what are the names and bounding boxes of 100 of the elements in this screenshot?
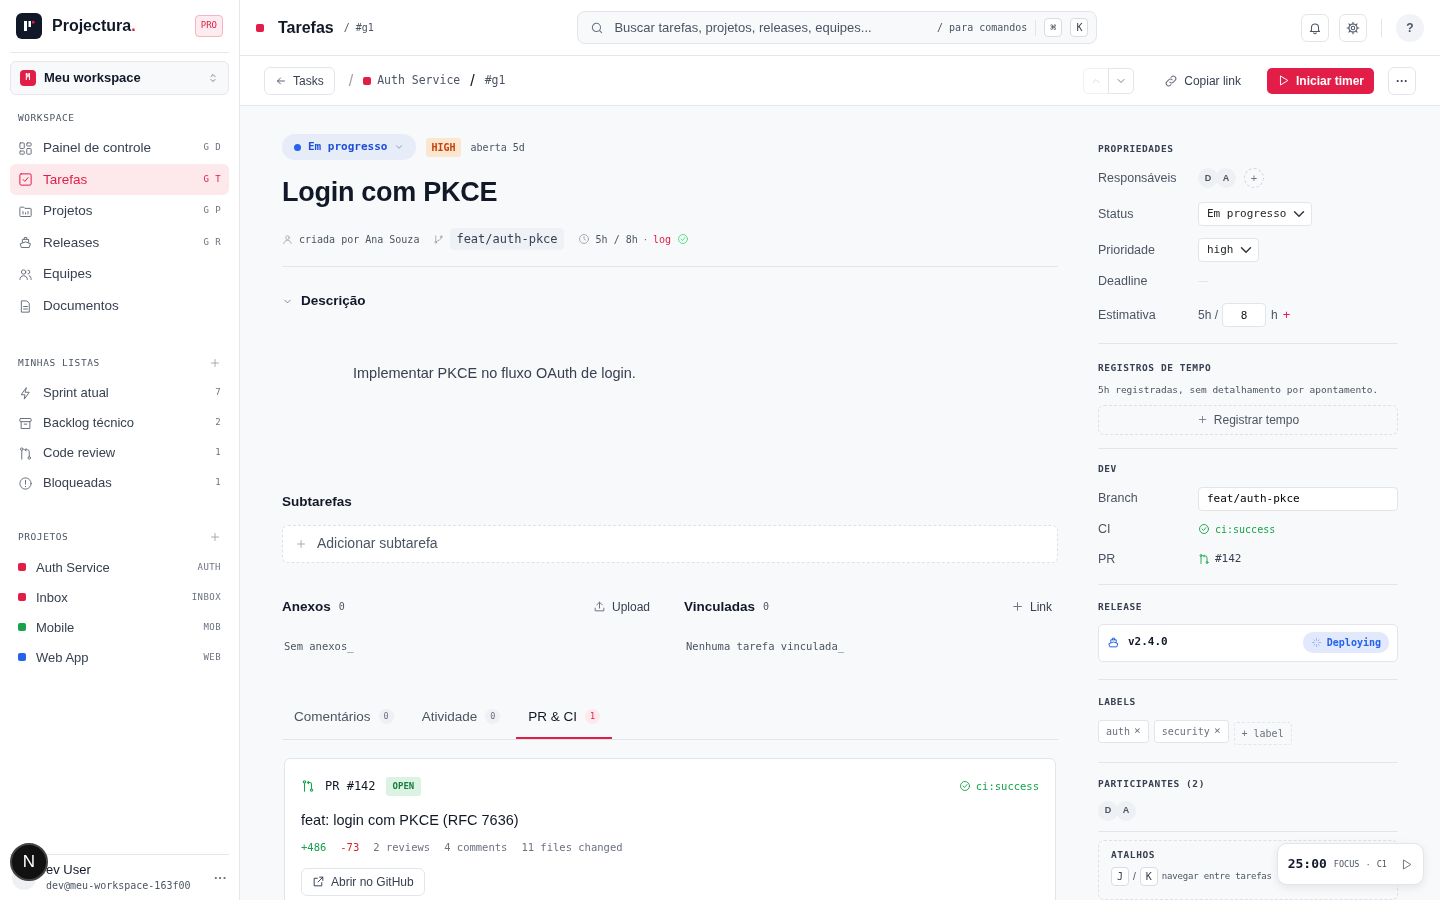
merge-icon bbox=[301, 779, 315, 794]
archive-icon bbox=[18, 415, 33, 431]
settings-icon bbox=[1346, 20, 1360, 35]
unit-text: h bbox=[1271, 307, 1278, 324]
label-chip: auth × bbox=[1098, 719, 1149, 743]
add-link-button[interactable]: Link bbox=[1005, 596, 1058, 617]
sidebar-item[interactable]: Bloqueadas 1 bbox=[10, 468, 229, 499]
more-button[interactable]: ··· bbox=[1388, 66, 1416, 95]
notifications-button[interactable] bbox=[1301, 13, 1329, 42]
stat-text: 4 comments bbox=[444, 839, 508, 855]
keyboard-key: K bbox=[1070, 18, 1089, 37]
spinner-icon bbox=[1310, 637, 1322, 648]
back-button[interactable]: Tasks bbox=[264, 66, 335, 95]
help-button[interactable]: ? bbox=[1396, 13, 1424, 42]
document-icon bbox=[18, 298, 33, 314]
timer-mode: FOCUS bbox=[1333, 857, 1360, 871]
priority-badge: HIGH bbox=[426, 137, 461, 157]
copy-link-button[interactable]: Copiar link bbox=[1158, 70, 1247, 91]
separator-dot: · bbox=[1366, 857, 1370, 872]
settings-button[interactable] bbox=[1339, 13, 1367, 42]
keyboard-key: ⌘ bbox=[1044, 18, 1063, 37]
breadcrumb-link[interactable]: Auth Service bbox=[377, 71, 461, 90]
merge-icon bbox=[18, 445, 33, 461]
avatar: A bbox=[1116, 801, 1136, 821]
section-title: WORKSPACE bbox=[18, 111, 75, 125]
property-label: PR bbox=[1098, 550, 1117, 568]
age-text: aberta 5d bbox=[470, 140, 525, 155]
more-button[interactable]: ··· bbox=[214, 867, 227, 888]
chevron-down-icon bbox=[394, 142, 405, 152]
status-dropdown[interactable]: Em progresso bbox=[282, 134, 417, 160]
status-select[interactable]: Em progresso bbox=[1198, 202, 1312, 227]
sidebar-item[interactable]: Web App WEB bbox=[10, 642, 229, 673]
link-icon bbox=[1164, 73, 1179, 88]
sidebar-item[interactable]: Painel de controle G D bbox=[10, 132, 229, 164]
label-chip: security × bbox=[1153, 719, 1229, 743]
sidebar-item[interactable]: Tarefas G T bbox=[10, 163, 229, 196]
open-github-button[interactable]: Abrir no GitHub bbox=[301, 867, 425, 896]
description-text: Implementar PKCE no fluxo OAuth de login. bbox=[353, 363, 637, 383]
app-name: Projectura. bbox=[52, 16, 136, 36]
upload-button[interactable]: Upload bbox=[586, 596, 656, 617]
branch-icon bbox=[433, 233, 445, 245]
shortcut-text: navegar entre tarefas bbox=[1161, 870, 1272, 883]
sidebar-item[interactable]: Mobile MOB bbox=[10, 612, 229, 643]
release-status-badge: Deploying bbox=[1302, 632, 1389, 653]
alert-icon bbox=[18, 475, 33, 491]
chevron-updown-icon bbox=[207, 72, 219, 84]
sidebar-item[interactable]: Backlog técnico 2 bbox=[10, 408, 229, 439]
section-title: LABELS bbox=[1098, 694, 1137, 709]
ci-status: ci:success bbox=[975, 778, 1039, 794]
sidebar-item[interactable]: Documentos bbox=[10, 290, 229, 322]
pr-link[interactable]: #142 bbox=[1215, 550, 1242, 568]
tab[interactable]: PR & CI 1 bbox=[516, 696, 613, 739]
property-label: Estimativa bbox=[1098, 306, 1157, 324]
log-link[interactable]: log bbox=[653, 231, 672, 247]
user-email: dev@meu-workspace-163f00 bbox=[46, 879, 191, 891]
time-spent: 5h / 8h bbox=[595, 232, 638, 247]
sidebar-item[interactable]: Equipes bbox=[10, 258, 229, 291]
sidebar-item[interactable]: Projetos G P bbox=[10, 195, 229, 228]
play-button[interactable] bbox=[1400, 857, 1413, 871]
search-icon bbox=[590, 20, 605, 35]
sidebar-item[interactable]: Sprint atual 7 bbox=[10, 378, 229, 409]
branch-field[interactable]: feat/auth-pkce bbox=[1198, 486, 1398, 511]
sidebar-item[interactable]: Inbox INBOX bbox=[10, 582, 229, 613]
external-link-icon bbox=[312, 875, 325, 889]
sidebar-item[interactable]: Code review 1 bbox=[10, 438, 229, 469]
sidebar-item[interactable]: Releases G R bbox=[10, 227, 229, 259]
state-badge: OPEN bbox=[385, 776, 422, 797]
add-estimate-button[interactable]: + bbox=[1282, 305, 1291, 325]
search-field[interactable]: Buscar tarefas, projetos, releases, equipes... bbox=[612, 16, 930, 39]
priority-select[interactable]: high bbox=[1198, 238, 1259, 263]
add-label-button[interactable]: + label bbox=[1233, 721, 1292, 745]
property-label: CI bbox=[1098, 520, 1112, 538]
checkbox-icon bbox=[18, 172, 33, 188]
upload-icon bbox=[592, 600, 606, 614]
page-title: Tarefas bbox=[278, 17, 334, 38]
release-version[interactable]: v2.4.0 bbox=[1128, 634, 1168, 651]
section-heading: Subtarefas bbox=[282, 493, 353, 512]
users-icon bbox=[18, 266, 33, 282]
sidebar-item[interactable]: Auth Service AUTH bbox=[10, 552, 229, 583]
property-label: Branch bbox=[1098, 490, 1139, 508]
check-circle-icon bbox=[958, 780, 971, 793]
empty-text: Sem anexos_ bbox=[284, 638, 355, 655]
section-title: PROPRIEDADES bbox=[1098, 142, 1175, 156]
remove-button[interactable]: × bbox=[1213, 723, 1221, 740]
add-subtask-button[interactable]: Adicionar subtarefa bbox=[282, 524, 1058, 563]
search-box[interactable]: Buscar tarefas, projetos, releases, equipes... / para comandos ⌘ K bbox=[577, 11, 1098, 44]
register-time-button[interactable]: Registrar tempo bbox=[1098, 404, 1398, 435]
workspace-switcher[interactable]: M Meu workspace bbox=[10, 61, 229, 95]
command-hint: / para comandos bbox=[937, 21, 1028, 35]
count-text: 0 bbox=[338, 600, 345, 615]
start-timer-button[interactable]: Iniciar timer bbox=[1266, 67, 1374, 94]
play-icon bbox=[1400, 857, 1413, 871]
tab[interactable]: Atividade 0 bbox=[409, 696, 513, 739]
property-label: Prioridade bbox=[1098, 241, 1156, 259]
tab[interactable]: Comentários 0 bbox=[282, 696, 406, 739]
key-separator: / bbox=[1133, 870, 1136, 885]
estimate-field[interactable]: 8 bbox=[1222, 303, 1266, 327]
bell-icon bbox=[1308, 20, 1322, 35]
remove-button[interactable]: × bbox=[1134, 723, 1141, 740]
section-heading: Anexos bbox=[282, 597, 331, 616]
